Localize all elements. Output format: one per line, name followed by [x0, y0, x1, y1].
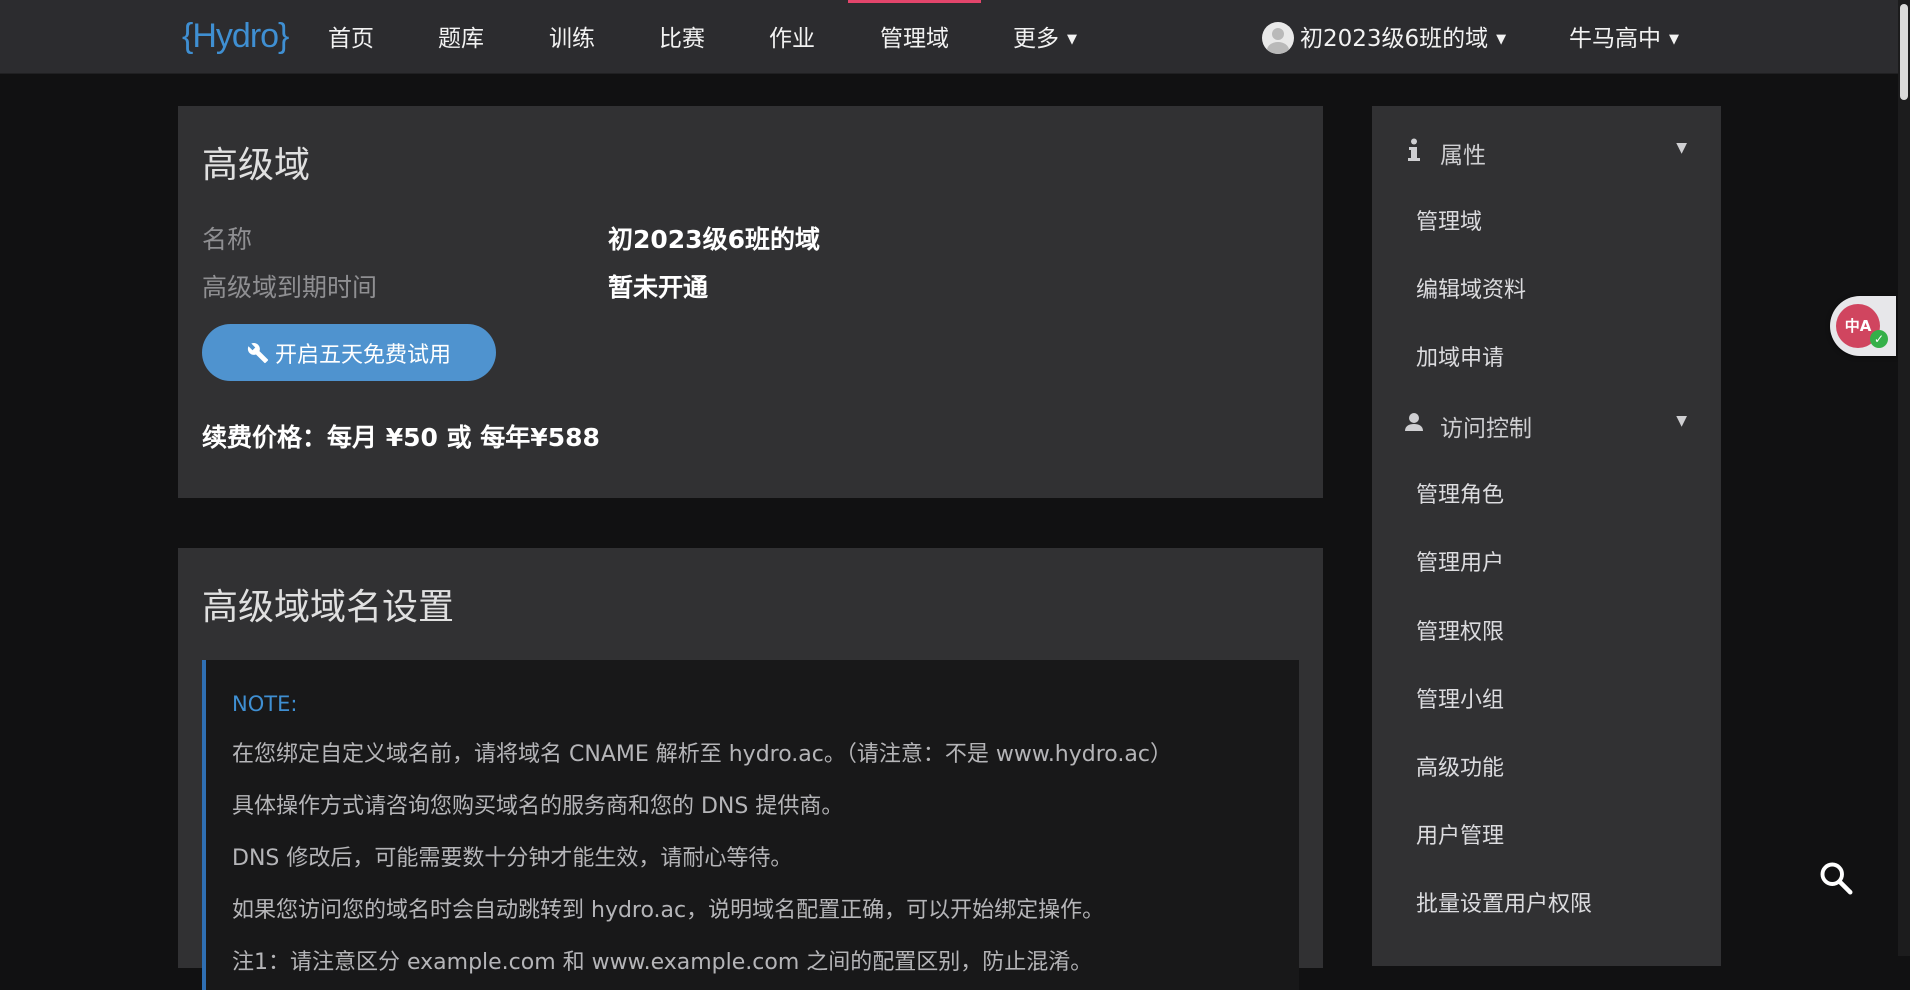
- renewal-price: 续费价格：每月 ¥50 或 每年¥588: [202, 423, 600, 452]
- check-icon: ✓: [1870, 330, 1888, 348]
- free-trial-button[interactable]: 开启五天免费试用: [202, 324, 496, 381]
- sidebar-section-title: 访问控制: [1440, 416, 1532, 442]
- domain-settings-card: 高级域域名设置 NOTE: 在您绑定自定义域名前，请将域名 CNAME 解析至 …: [178, 548, 1323, 990]
- sidebar-item-manage-groups[interactable]: 管理小组: [1416, 682, 1504, 714]
- nav-item-manage-domain[interactable]: 管理域: [848, 0, 981, 74]
- nav-item-home[interactable]: 首页: [328, 0, 374, 74]
- nav-item-problems[interactable]: 题库: [438, 0, 484, 74]
- field-label-expiry: 高级域到期时间: [202, 273, 378, 302]
- domain-switcher-label: 初2023级6班的域: [1300, 26, 1489, 52]
- note-line: DNS 修改后，可能需要数十分钟才能生效，请耐心等待。: [232, 846, 793, 871]
- chevron-down-icon: ▼: [1496, 32, 1507, 47]
- sidebar-item-edit-domain[interactable]: 编辑域资料: [1416, 272, 1526, 304]
- scrollbar-thumb[interactable]: [1900, 4, 1908, 100]
- nav-more-label: 更多: [1013, 26, 1059, 52]
- chevron-down-icon: ▼: [1676, 140, 1687, 156]
- sidebar: 属性 ▼ 管理域 编辑域资料 加域申请 访问控制 ▼ 管理角色 管理用户 管理权…: [1372, 106, 1721, 966]
- note-title: NOTE:: [232, 692, 298, 716]
- sidebar-item-advanced-features[interactable]: 高级功能: [1416, 750, 1504, 782]
- chevron-down-icon: ▼: [1669, 32, 1679, 47]
- hydro-logo[interactable]: {Hydro}: [182, 14, 289, 58]
- sidebar-item-manage-permissions[interactable]: 管理权限: [1416, 614, 1504, 646]
- field-label-name: 名称: [202, 225, 253, 254]
- user-icon: [1405, 413, 1423, 431]
- premium-domain-card: 高级域 名称 初2023级6班的域 高级域到期时间 暂未开通 开启五天免费试用 …: [178, 106, 1323, 498]
- wrench-icon: [247, 342, 269, 363]
- page-scrollbar[interactable]: [1898, 0, 1910, 956]
- note-block: NOTE: 在您绑定自定义域名前，请将域名 CNAME 解析至 hydro.ac…: [202, 660, 1299, 990]
- translate-widget[interactable]: 中A ✓: [1830, 296, 1896, 356]
- sidebar-item-manage-domain[interactable]: 管理域: [1416, 204, 1482, 236]
- sidebar-section-access-control[interactable]: 访问控制 ▼: [1372, 391, 1721, 455]
- nav-item-more[interactable]: 更多 ▼: [1013, 0, 1077, 74]
- card-title: 高级域: [202, 145, 311, 186]
- field-value-name: 初2023级6班的域: [608, 225, 820, 254]
- user-menu[interactable]: 牛马高中 ▼: [1569, 0, 1679, 74]
- info-icon: [1408, 138, 1420, 161]
- chevron-down-icon: ▼: [1676, 413, 1687, 429]
- card-title: 高级域域名设置: [202, 587, 455, 628]
- note-line: 在您绑定自定义域名前，请将域名 CNAME 解析至 hydro.ac。（请注意：…: [232, 742, 1172, 767]
- top-nav: {Hydro} 首页 题库 训练 比赛 作业 管理域 更多 ▼ 初2023级6班的…: [0, 0, 1898, 74]
- nav-item-homework[interactable]: 作业: [769, 0, 815, 74]
- sidebar-item-join-applications[interactable]: 加域申请: [1416, 340, 1504, 372]
- sidebar-item-manage-users[interactable]: 管理用户: [1416, 545, 1504, 577]
- sidebar-section-properties[interactable]: 属性 ▼: [1372, 118, 1721, 182]
- field-value-expiry: 暂未开通: [608, 273, 709, 302]
- sidebar-item-user-management[interactable]: 用户管理: [1416, 818, 1504, 850]
- sidebar-item-manage-roles[interactable]: 管理角色: [1416, 477, 1504, 509]
- sidebar-section-title: 属性: [1440, 143, 1486, 169]
- nav-item-training[interactable]: 训练: [549, 0, 595, 74]
- free-trial-label: 开启五天免费试用: [274, 342, 451, 368]
- search-icon[interactable]: [1818, 860, 1854, 896]
- note-line: 如果您访问您的域名时会自动跳转到 hydro.ac，说明域名配置正确，可以开始绑…: [232, 898, 1105, 923]
- chevron-down-icon: ▼: [1067, 32, 1077, 47]
- note-line: 具体操作方式请咨询您购买域名的服务商和您的 DNS 提供商。: [232, 794, 844, 819]
- avatar: [1262, 22, 1294, 54]
- nav-item-contests[interactable]: 比赛: [659, 0, 705, 74]
- note-line: 注1：请注意区分 example.com 和 www.example.com 之…: [232, 950, 1093, 975]
- user-menu-label: 牛马高中: [1569, 26, 1661, 52]
- domain-switcher[interactable]: 初2023级6班的域 ▼: [1262, 0, 1506, 74]
- sidebar-item-batch-permissions[interactable]: 批量设置用户权限: [1416, 886, 1592, 918]
